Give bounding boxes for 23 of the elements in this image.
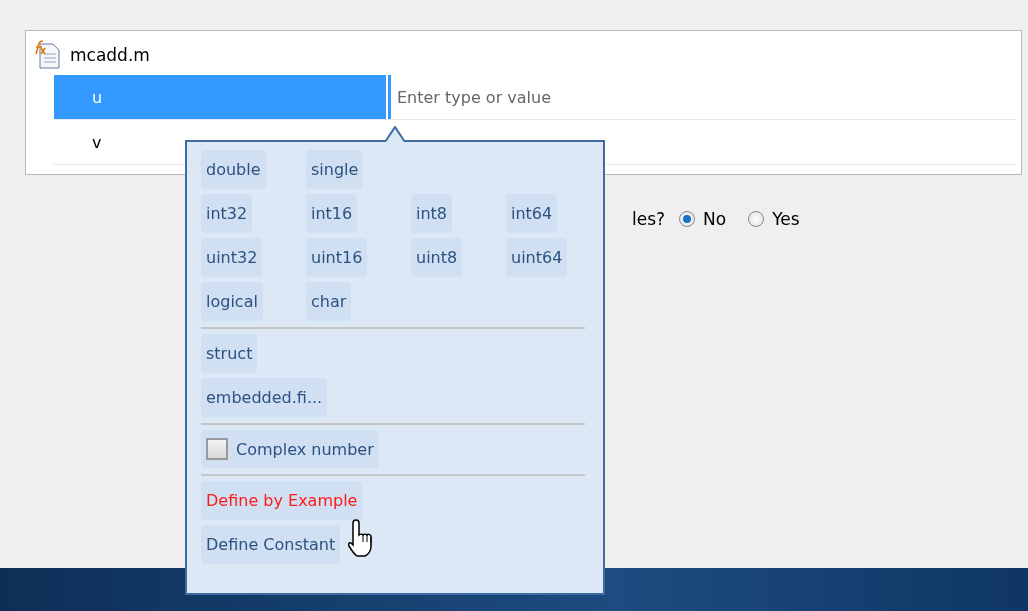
type-option[interactable]: int16	[306, 194, 358, 233]
type-option[interactable]: int8	[411, 194, 453, 233]
type-option[interactable]: logical	[201, 282, 263, 321]
file-name: mcadd.m	[70, 45, 150, 65]
type-option[interactable]: embedded.fi...	[201, 378, 328, 417]
menu-action[interactable]: Define Constant	[201, 525, 341, 564]
type-option[interactable]: uint8	[411, 238, 463, 277]
type-input-field[interactable]: Enter type or value	[391, 75, 1015, 119]
type-option[interactable]: int32	[201, 194, 253, 233]
question-text: les?	[632, 209, 666, 229]
complex-number-checkbox[interactable]: Complex number	[201, 430, 379, 468]
type-option[interactable]: uint32	[201, 238, 263, 277]
type-option[interactable]: double	[201, 150, 266, 189]
radio-option[interactable]: No	[679, 209, 727, 229]
type-option[interactable]: uint64	[506, 238, 568, 277]
column-splitter[interactable]	[388, 75, 391, 119]
type-option[interactable]: uint16	[306, 238, 368, 277]
type-option[interactable]: struct	[201, 334, 258, 373]
function-file-icon	[34, 40, 62, 70]
radio-option[interactable]: Yes	[748, 209, 800, 229]
type-option[interactable]: char	[306, 282, 352, 321]
type-option[interactable]: single	[306, 150, 364, 189]
type-option[interactable]: int64	[506, 194, 558, 233]
